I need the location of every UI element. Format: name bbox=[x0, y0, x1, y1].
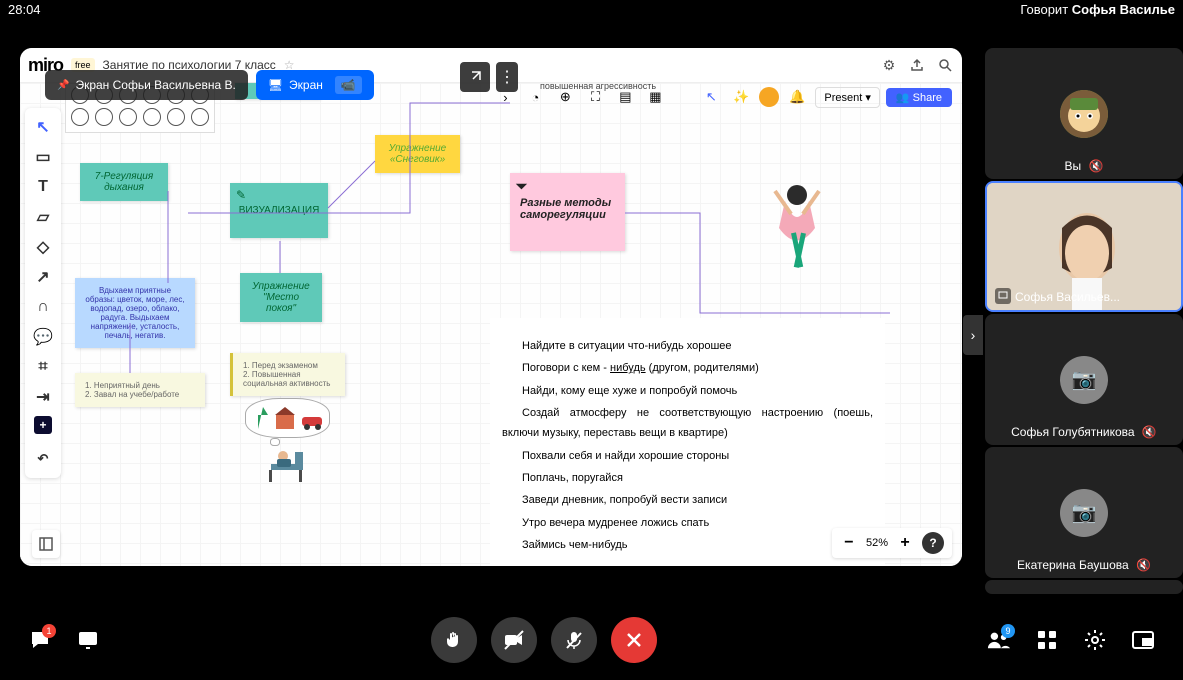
miro-canvas[interactable]: повышенная агрессивность 7-Регуляция дых… bbox=[20, 83, 962, 566]
shape-tool[interactable]: ◇ bbox=[25, 232, 61, 262]
present-button[interactable] bbox=[76, 628, 100, 652]
sticky-tool[interactable]: ▱ bbox=[25, 202, 61, 232]
list-icon[interactable]: ▤ bbox=[613, 85, 637, 109]
zoom-in-button[interactable]: + bbox=[896, 534, 914, 552]
camera-icon: 📷 bbox=[1072, 500, 1097, 525]
camera-icon: 📹 bbox=[335, 76, 362, 94]
template-tool[interactable]: ▭ bbox=[25, 142, 61, 172]
speaker-indicator: Говорит Софья Василье bbox=[1020, 2, 1175, 18]
sticky-methods[interactable]: ⏷ Разные методы саморегуляции bbox=[510, 173, 625, 251]
add-tool[interactable]: + bbox=[34, 416, 52, 434]
avatar-cartoon bbox=[1060, 90, 1108, 138]
zoom-out-button[interactable]: − bbox=[840, 534, 858, 552]
zoom-controls: − 52% + ? bbox=[832, 528, 952, 558]
camera-toggle-button[interactable] bbox=[491, 617, 537, 663]
undo-tool[interactable]: ↶ bbox=[25, 444, 61, 474]
expand-sidebar-button[interactable]: › bbox=[963, 315, 983, 355]
screen-share-label[interactable]: 🖥 Экран 📹 bbox=[256, 70, 374, 100]
mic-muted-icon: 🔇 bbox=[1142, 425, 1157, 439]
popout-button[interactable] bbox=[460, 62, 490, 92]
cursor-icon[interactable]: ↖ bbox=[699, 85, 723, 109]
sticky-day[interactable]: 1. Неприятный день 2. Завал на учебе/раб… bbox=[75, 373, 205, 407]
camera-off-avatar: 📷 bbox=[1060, 356, 1108, 404]
spark-icon[interactable]: ✨ bbox=[729, 85, 753, 109]
help-button[interactable]: ? bbox=[922, 532, 944, 554]
frames-panel-icon[interactable] bbox=[32, 530, 60, 558]
fullscreen-icon[interactable]: ⛶ bbox=[583, 85, 607, 109]
participant-3[interactable]: 📷 Софья Голубятникова 🔇 bbox=[985, 314, 1183, 445]
zoom-value[interactable]: 52% bbox=[866, 537, 888, 549]
participants-badge: 9 bbox=[1001, 624, 1015, 638]
participant-self[interactable]: Вы 🔇 bbox=[985, 48, 1183, 179]
jumping-person-image bbox=[755, 173, 840, 303]
settings-icon[interactable]: ⚙ bbox=[880, 56, 898, 74]
sticky-images[interactable]: Вдыхаем приятные образы: цветок, море, л… bbox=[75, 278, 195, 348]
chat-button[interactable]: 1 bbox=[28, 628, 52, 652]
sticky-peace[interactable]: Упражнение "Место покоя" bbox=[240, 273, 322, 322]
mic-muted-icon: 🔇 bbox=[1089, 159, 1104, 173]
sticky-visualization[interactable]: ✎ ВИЗУАЛИЗАЦИЯ bbox=[230, 183, 328, 238]
mic-muted-icon: 🔇 bbox=[1136, 558, 1151, 572]
camera-icon: 📷 bbox=[1072, 367, 1097, 392]
pin-icon: 📌 bbox=[57, 80, 69, 91]
call-timer: 28:04 bbox=[8, 2, 41, 18]
mic-toggle-button[interactable] bbox=[551, 617, 597, 663]
user-avatar-icon[interactable] bbox=[759, 87, 779, 107]
camera-off-avatar: 📷 bbox=[1060, 489, 1108, 537]
search-icon[interactable] bbox=[936, 56, 954, 74]
present-button[interactable]: Present ▾ bbox=[815, 87, 880, 108]
bell-icon[interactable]: 🔔 bbox=[785, 85, 809, 109]
miro-toolbar: ↖ ▭ T ▱ ◇ ↗ ∩ 💬 ⌗ ⇥ + ↶ bbox=[25, 108, 61, 478]
participant-5[interactable] bbox=[985, 580, 1183, 594]
focus-icon[interactable]: ⊕ bbox=[553, 85, 577, 109]
sticky-snowman[interactable]: Упражнение «Снеговик» bbox=[375, 135, 460, 173]
pen-tool[interactable]: ∩ bbox=[25, 292, 61, 322]
leave-call-button[interactable] bbox=[611, 617, 657, 663]
arrow-tool[interactable]: ↗ bbox=[25, 262, 61, 292]
chat-badge: 1 bbox=[42, 624, 56, 638]
apps-button[interactable] bbox=[1035, 628, 1059, 652]
frame-tool[interactable]: ⌗ bbox=[25, 352, 61, 382]
raise-hand-button[interactable] bbox=[431, 617, 477, 663]
participant-speaker[interactable]: Софья Васильев... bbox=[985, 181, 1183, 312]
more-menu-button[interactable]: ⋮ bbox=[496, 62, 518, 92]
daydream-image bbox=[245, 398, 340, 488]
participants-button[interactable]: 9 bbox=[987, 628, 1011, 652]
screen-icon: 🖥 bbox=[268, 78, 283, 92]
upload-tool[interactable]: ⇥ bbox=[25, 382, 61, 412]
text-document[interactable]: Найдите в ситуации что-нибудь хорошее По… bbox=[490, 318, 885, 566]
text-tool[interactable]: T bbox=[25, 172, 61, 202]
page-icon[interactable]: ▦ bbox=[643, 85, 667, 109]
share-button[interactable]: 👥 Share bbox=[886, 88, 952, 107]
settings-button[interactable] bbox=[1083, 628, 1107, 652]
pinned-screen-label[interactable]: 📌 Экран Софьи Васильевна В. bbox=[45, 70, 248, 100]
participant-4[interactable]: 📷 Екатерина Баушова 🔇 bbox=[985, 447, 1183, 578]
timer-icon[interactable]: ◔ bbox=[523, 85, 547, 109]
pip-button[interactable] bbox=[1131, 628, 1155, 652]
shared-screen: miro free Занятие по психологии 7 класс … bbox=[20, 48, 962, 566]
call-controls: 1 9 bbox=[0, 600, 1183, 680]
select-tool[interactable]: ↖ bbox=[25, 112, 61, 142]
participants-panel: Вы 🔇 Софья Васильев... 📷 Софья Голубятни… bbox=[985, 48, 1183, 594]
export-icon[interactable] bbox=[908, 56, 926, 74]
comment-tool[interactable]: 💬 bbox=[25, 322, 61, 352]
sticky-breathing[interactable]: 7-Регуляция дыхания bbox=[80, 163, 168, 201]
sticky-notes[interactable]: 1. Перед экзаменом 2. Повышенная социаль… bbox=[230, 353, 345, 396]
